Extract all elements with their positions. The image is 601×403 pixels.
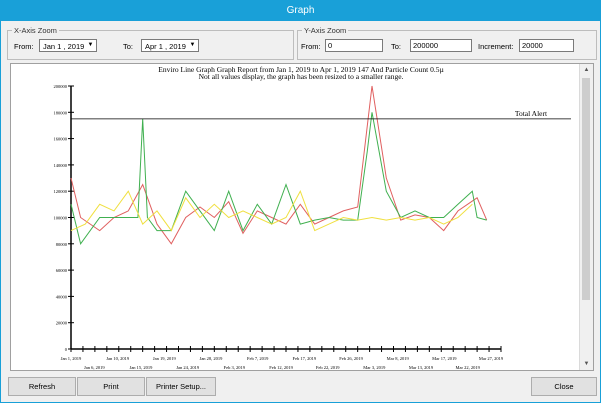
total-alert-label: Total Alert [515, 109, 548, 118]
scroll-up-icon[interactable]: ▲ [580, 64, 593, 76]
x-tick-label: Mar 17, 2019 [432, 356, 457, 362]
y-tick-label: 60000 [56, 268, 68, 273]
x-from-value: Jan 1 , 2019 [43, 42, 85, 51]
x-tick-label: Mar 27, 2019 [479, 356, 504, 362]
x-tick-label: Mar 8, 2019 [387, 356, 410, 362]
chevron-down-icon[interactable]: ▼ [86, 41, 95, 50]
y-to-input[interactable]: 200000 [410, 39, 472, 52]
total-alert-line: Total Alert [71, 109, 571, 120]
x-to-value: Apr 1 , 2019 [145, 42, 186, 51]
window-title: Graph [1, 1, 600, 21]
x-tick-label: Mar 13, 2019 [409, 365, 434, 370]
x-tick-label: Jan 1, 2019 [61, 356, 82, 362]
y-tick-label: 140000 [54, 163, 68, 168]
y-tick-label: 20000 [56, 321, 68, 326]
y-tick-label: 200000 [54, 84, 68, 89]
y-tick-label: 0 [65, 347, 68, 352]
x-from-label: From: [14, 42, 34, 51]
x-tick-label: Jan 10, 2019 [106, 356, 130, 362]
x-tick-label: Mar 22, 2019 [455, 365, 480, 370]
y-axis-zoom-legend: Y-Axis Zoom [304, 26, 347, 35]
scroll-thumb[interactable] [582, 78, 590, 300]
refresh-button[interactable]: Refresh [8, 377, 76, 396]
x-tick-label: Feb 26, 2019 [339, 356, 363, 362]
x-axis-zoom-legend: X-Axis Zoom [14, 26, 57, 35]
y-from-input[interactable]: 0 [325, 39, 383, 52]
y-increment-input[interactable]: 20000 [519, 39, 574, 52]
x-tick-label: Feb 17, 2019 [293, 356, 317, 362]
print-button[interactable]: Print [77, 377, 145, 396]
x-tick-label: Feb 22, 2019 [316, 365, 340, 370]
y-tick-label: 160000 [54, 137, 68, 142]
x-tick-label: Jan 28, 2019 [200, 356, 224, 362]
y-tick-label: 100000 [54, 216, 68, 221]
series-line-2 [70, 112, 487, 245]
x-tick-label: Jan 6, 2019 [84, 365, 105, 370]
x-tick-label: Feb 12, 2019 [269, 365, 293, 370]
y-from-label: From: [301, 42, 321, 51]
scroll-down-icon[interactable]: ▼ [580, 358, 593, 370]
x-tick-label: Jan 15, 2019 [130, 365, 154, 370]
y-tick-label: 180000 [54, 110, 68, 115]
graph-window: Graph X-Axis Zoom From: Jan 1 , 2019 ▼ T… [0, 0, 601, 403]
y-increment-label: Increment: [478, 42, 514, 51]
x-tick-label: Jan 24, 2019 [176, 365, 200, 370]
chart-series [70, 85, 488, 245]
x-from-dropdown[interactable]: Jan 1 , 2019 ▼ [39, 39, 97, 52]
y-tick-label: 40000 [56, 294, 68, 299]
graph-pane: Enviro Line Graph Graph Report from Jan … [10, 63, 594, 371]
y-tick-label: 80000 [56, 242, 68, 247]
vertical-scrollbar[interactable]: ▲ ▼ [579, 64, 593, 370]
y-to-label: To: [391, 42, 402, 51]
close-button[interactable]: Close [531, 377, 597, 396]
chart-subtitle: Not all values display, the graph has be… [199, 72, 404, 81]
x-to-dropdown[interactable]: Apr 1 , 2019 ▼ [141, 39, 199, 52]
printer-setup-button[interactable]: Printer Setup... [146, 377, 216, 396]
x-tick-label: Mar 3, 2019 [363, 365, 386, 370]
y-tick-label: 120000 [54, 189, 68, 194]
chevron-down-icon[interactable]: ▼ [188, 41, 197, 50]
line-chart: Enviro Line Graph Graph Report from Jan … [54, 65, 571, 370]
chart-axes: 0 20000 40000 60000 80000 100000 120000 140000 1… [54, 84, 504, 370]
x-tick-label: Feb 3, 2019 [224, 365, 246, 370]
x-tick-label: Feb 7, 2019 [247, 356, 269, 362]
x-tick-label: Jan 19, 2019 [153, 356, 177, 362]
series-line-1 [70, 85, 488, 245]
x-to-label: To: [123, 42, 134, 51]
